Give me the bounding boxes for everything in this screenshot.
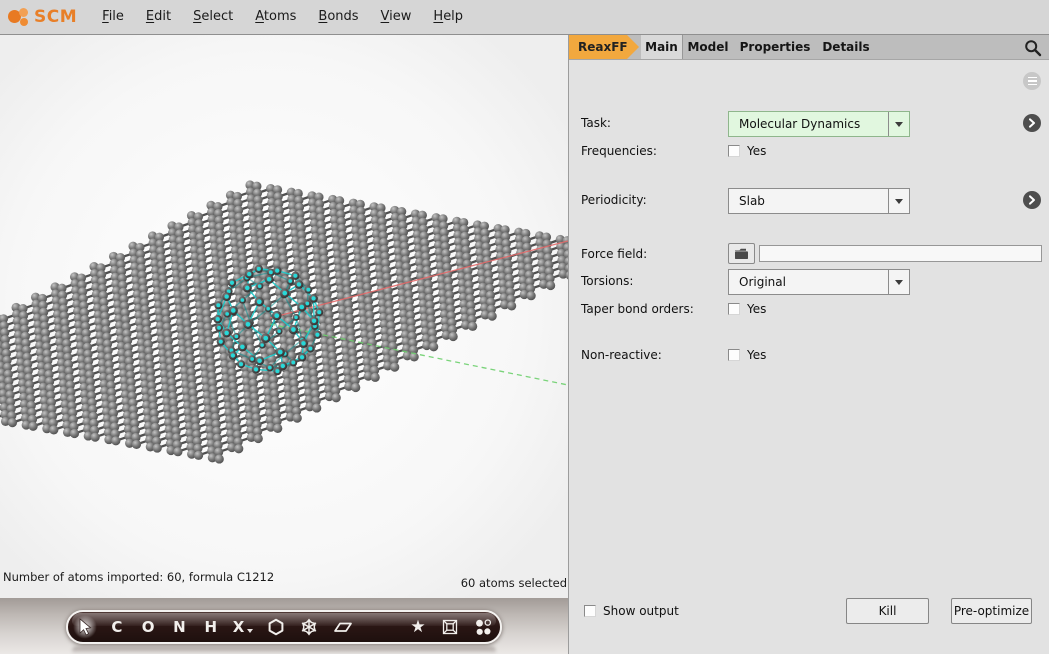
task-combo-arrow[interactable] bbox=[888, 112, 909, 136]
menu-bonds[interactable]: Bonds bbox=[307, 0, 369, 35]
periodicity-label: Periodicity: bbox=[581, 193, 647, 207]
element-x-button[interactable]: X bbox=[226, 612, 259, 642]
element-n-button[interactable]: N bbox=[164, 612, 195, 642]
task-detail-button[interactable] bbox=[1023, 114, 1041, 132]
scm-logo: SCM bbox=[8, 5, 77, 29]
force-field-browse-button[interactable] bbox=[728, 243, 755, 264]
periodicity-value: Slab bbox=[729, 194, 888, 208]
cell-tool-button[interactable] bbox=[434, 612, 467, 642]
menu-select[interactable]: Select bbox=[182, 0, 244, 35]
plane-tool-button[interactable] bbox=[326, 612, 359, 642]
chevron-right-icon bbox=[1026, 194, 1038, 206]
taper-option-label: Yes bbox=[747, 302, 766, 316]
task-value: Molecular Dynamics bbox=[729, 117, 888, 131]
ring-tool-button[interactable] bbox=[260, 612, 293, 642]
caret-down-icon bbox=[895, 122, 903, 127]
caret-down-icon bbox=[895, 199, 903, 204]
scm-reaxff-window: SCM File Edit Select Atoms Bonds View He… bbox=[0, 0, 1049, 654]
import-status-text: Number of atoms imported: 60, formula C1… bbox=[3, 570, 274, 584]
preoptimize-button[interactable]: Pre-optimize bbox=[951, 598, 1032, 624]
tab-model[interactable]: Model bbox=[683, 35, 733, 59]
force-field-input[interactable] bbox=[759, 245, 1042, 262]
task-label: Task: bbox=[581, 116, 611, 130]
periodicity-combo-arrow[interactable] bbox=[888, 189, 909, 213]
show-output-label: Show output bbox=[603, 604, 679, 618]
snowflake-icon bbox=[300, 618, 318, 636]
kill-button[interactable]: Kill bbox=[846, 598, 929, 624]
element-o-button[interactable]: O bbox=[133, 612, 164, 642]
element-x-dropdown-caret-icon bbox=[247, 629, 253, 633]
periodicity-combobox[interactable]: Slab bbox=[728, 188, 910, 214]
element-c-button[interactable]: C bbox=[101, 612, 132, 642]
crystal-tool-button[interactable] bbox=[293, 612, 326, 642]
caret-down-icon bbox=[895, 280, 903, 285]
scm-logo-icon bbox=[8, 5, 34, 29]
tab-properties[interactable]: Properties bbox=[733, 35, 817, 59]
selection-status-text: 60 atoms selected bbox=[461, 576, 567, 590]
torsions-value: Original bbox=[729, 275, 888, 289]
menu-help[interactable]: Help bbox=[422, 0, 474, 35]
app-badge-reaxff: ReaxFF bbox=[569, 35, 639, 59]
element-x-label: X bbox=[233, 618, 245, 636]
star-icon: ★ bbox=[410, 617, 425, 637]
parallelogram-icon bbox=[333, 618, 353, 636]
non-reactive-checkbox[interactable] bbox=[728, 349, 740, 361]
menu-edit[interactable]: Edit bbox=[135, 0, 182, 35]
hexagon-icon bbox=[267, 618, 285, 636]
show-output-checkbox[interactable] bbox=[584, 605, 596, 617]
torsions-combobox[interactable]: Original bbox=[728, 269, 910, 295]
non-reactive-label: Non-reactive: bbox=[581, 348, 662, 362]
task-combobox[interactable]: Molecular Dynamics bbox=[728, 111, 910, 137]
hamburger-icon bbox=[1028, 76, 1037, 87]
cursor-arrow-icon bbox=[76, 618, 94, 636]
taper-bond-orders-label: Taper bond orders: bbox=[581, 302, 694, 316]
force-field-label: Force field: bbox=[581, 247, 647, 261]
reaxff-input-panel: ReaxFF Main Model Properties Details Tas… bbox=[568, 35, 1049, 654]
tab-bar: ReaxFF Main Model Properties Details bbox=[569, 35, 1049, 60]
panels-tool-button[interactable] bbox=[467, 612, 500, 642]
frequencies-option-label: Yes bbox=[747, 144, 766, 158]
non-reactive-option-label: Yes bbox=[747, 348, 766, 362]
menu-view[interactable]: View bbox=[370, 0, 423, 35]
periodicity-detail-button[interactable] bbox=[1023, 191, 1041, 209]
taper-bond-orders-checkbox[interactable] bbox=[728, 303, 740, 315]
torsions-label: Torsions: bbox=[581, 274, 633, 288]
select-tool-button[interactable] bbox=[68, 612, 101, 642]
element-h-button[interactable]: H bbox=[195, 612, 226, 642]
frequencies-label: Frequencies: bbox=[581, 144, 657, 158]
box-wireframe-icon bbox=[441, 618, 459, 636]
tool-strip: C O N H X bbox=[0, 598, 568, 654]
favorites-tool-button[interactable]: ★ bbox=[402, 612, 433, 642]
menu-bar: SCM File Edit Select Atoms Bonds View He… bbox=[0, 0, 1049, 35]
chevron-right-icon bbox=[1026, 117, 1038, 129]
frequencies-checkbox[interactable] bbox=[728, 145, 740, 157]
tool-pill: C O N H X bbox=[66, 610, 502, 644]
dots-cluster-icon bbox=[474, 618, 493, 637]
search-icon[interactable] bbox=[1024, 39, 1042, 57]
menu-atoms[interactable]: Atoms bbox=[244, 0, 307, 35]
molecule-scene[interactable] bbox=[0, 35, 568, 598]
molecule-viewport[interactable]: Number of atoms imported: 60, formula C1… bbox=[0, 35, 568, 598]
torsions-combo-arrow[interactable] bbox=[888, 270, 909, 294]
tab-main[interactable]: Main bbox=[641, 35, 683, 59]
menu-file[interactable]: File bbox=[91, 0, 135, 35]
scm-logo-text: SCM bbox=[34, 7, 77, 27]
folder-icon bbox=[734, 248, 749, 260]
tab-details[interactable]: Details bbox=[817, 35, 875, 59]
panel-menu-button[interactable] bbox=[1023, 72, 1041, 90]
pill-reflection bbox=[72, 647, 496, 654]
